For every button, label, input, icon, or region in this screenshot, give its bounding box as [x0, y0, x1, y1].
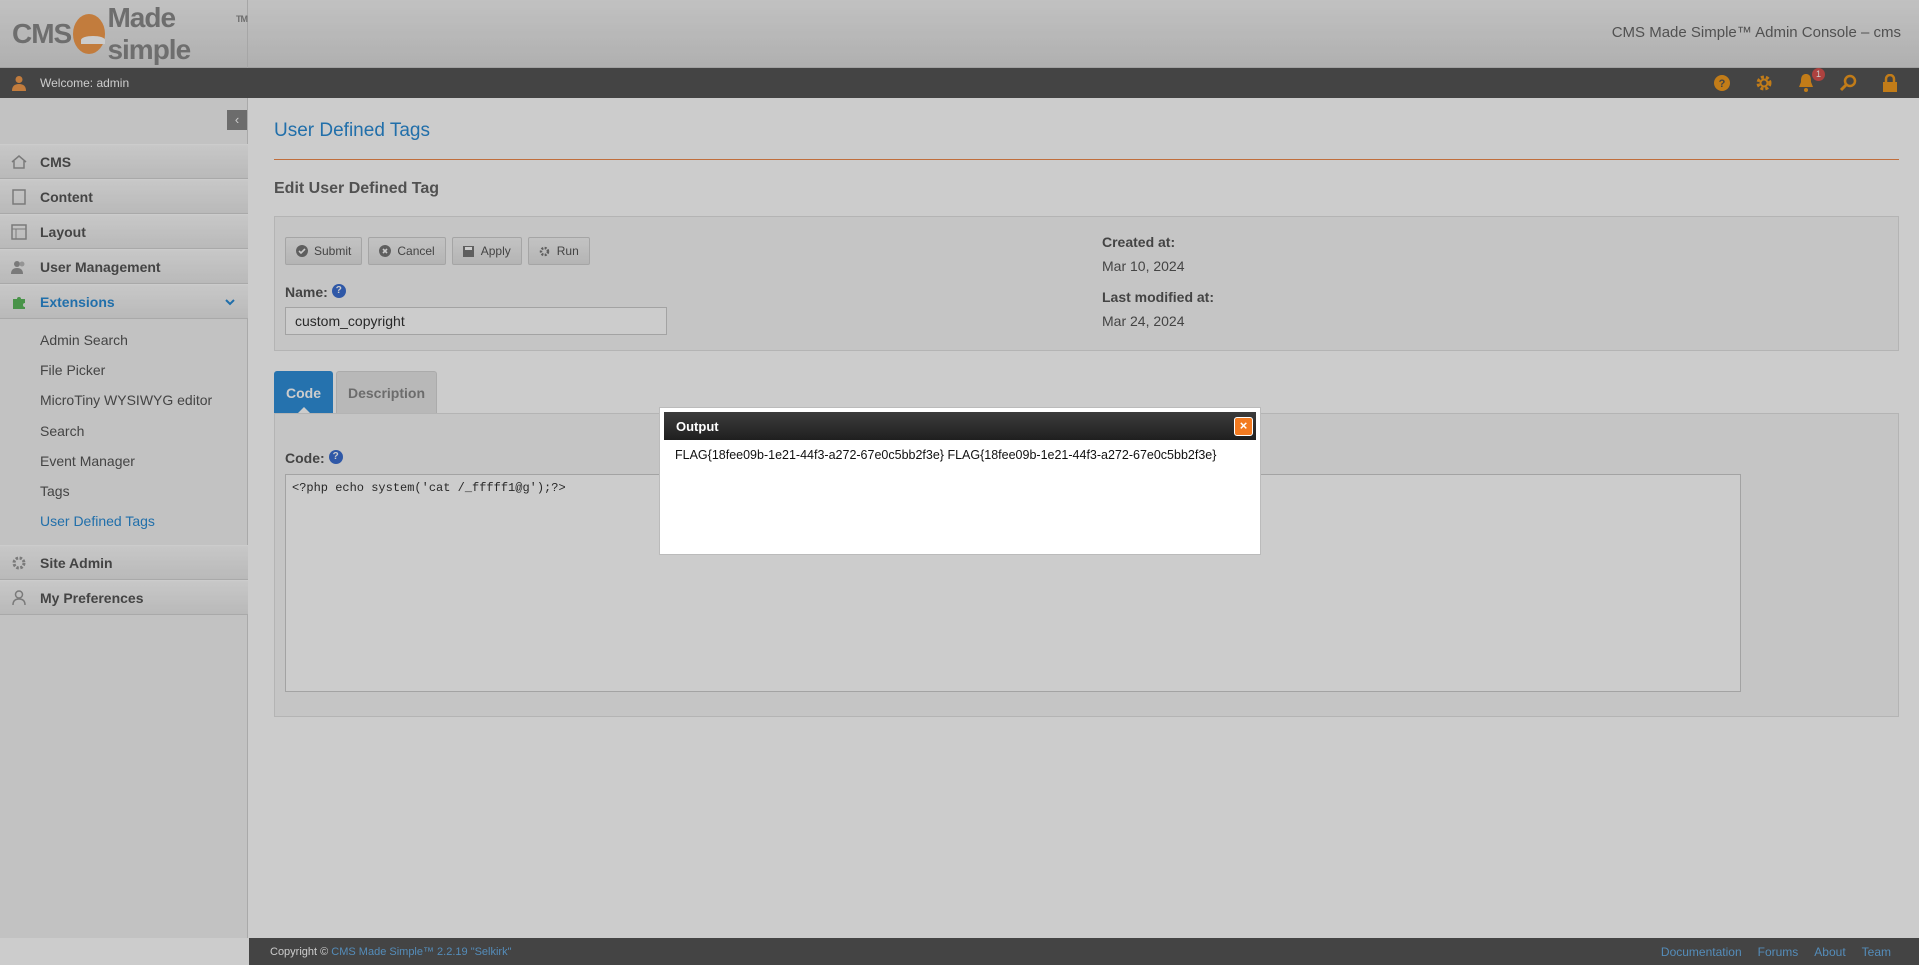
dialog-output-text: FLAG{18fee09b-1e21-44f3-a272-67e0c5bb2f3…	[675, 448, 1217, 462]
close-icon[interactable]: ×	[1234, 417, 1253, 436]
dialog-title: Output	[676, 418, 719, 434]
output-dialog: Output × FLAG{18fee09b-1e21-44f3-a272-67…	[659, 407, 1261, 555]
dialog-titlebar[interactable]: Output ×	[664, 412, 1256, 440]
